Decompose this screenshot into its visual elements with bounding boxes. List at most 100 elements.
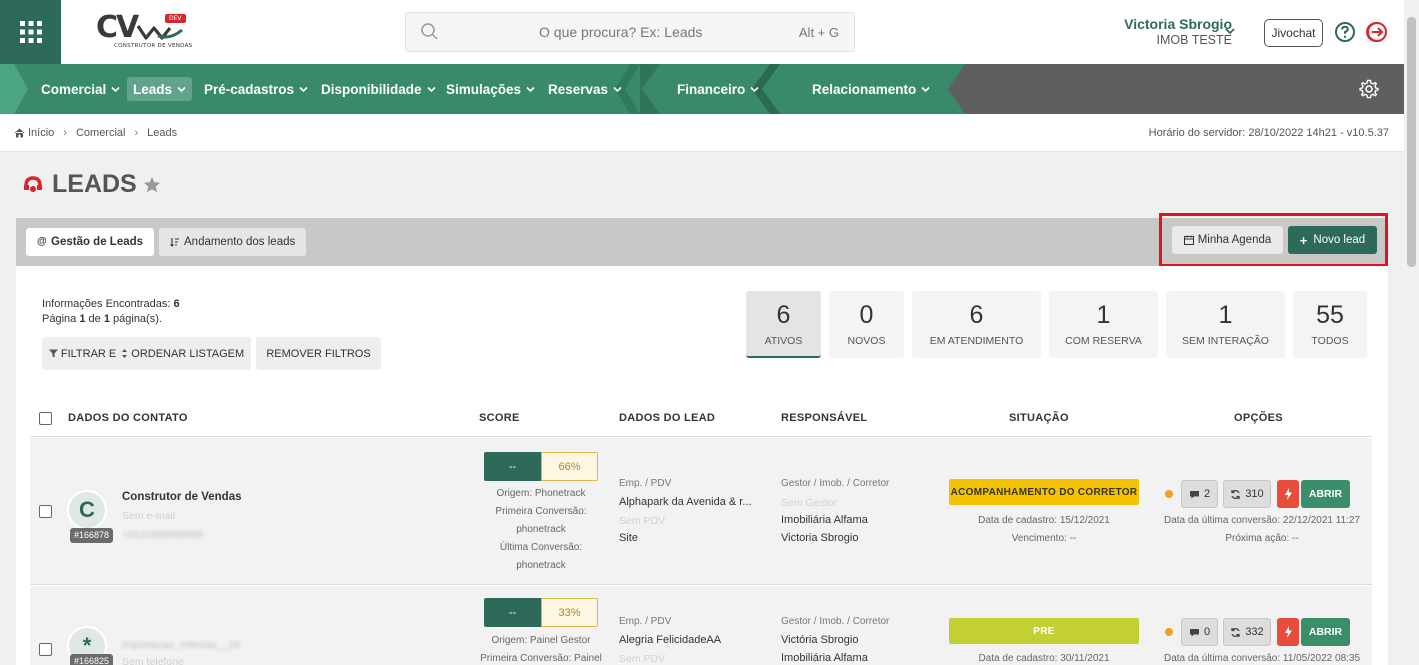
status-badge[interactable]: PRE (949, 618, 1139, 644)
row-checkbox[interactable] (39, 505, 52, 518)
col-responsavel[interactable]: RESPONSÁVEL (781, 412, 867, 424)
page-title-area: LEADS (22, 170, 161, 199)
gestor: Victória Sbrogio (781, 634, 859, 646)
pdv: Sem PDV (619, 653, 666, 665)
remove-filters-button[interactable]: REMOVER FILTROS (256, 337, 381, 370)
logo-text: CV (96, 10, 139, 45)
button-label: Minha Agenda (1197, 234, 1272, 246)
emp-pdv-label: Emp. / PDV (619, 478, 672, 489)
logout-icon[interactable] (1365, 20, 1389, 44)
pages-suffix: página(s). (113, 313, 162, 325)
breadcrumb-home[interactable]: Início (28, 127, 54, 139)
nav-financeiro[interactable]: Financeiro (671, 77, 765, 101)
nav-leads[interactable]: Leads (127, 77, 193, 101)
search-shortcut: Alt + G (798, 25, 839, 40)
button-label: FILTRAR E (60, 347, 117, 360)
score-left: -- (484, 598, 541, 627)
select-all-checkbox[interactable] (39, 412, 52, 425)
nav-disponibilidade[interactable]: Disponibilidade (315, 77, 442, 101)
novo-lead-button[interactable]: + Novo lead (1288, 226, 1377, 254)
next-action: Próxima ação: -- (1225, 533, 1299, 544)
stat-label: EM ATENDIMENTO (929, 335, 1024, 347)
open-lead-button[interactable]: ABRIR (1301, 480, 1350, 508)
comment-icon (1189, 490, 1199, 498)
nav-pre-cadastros[interactable]: Pré-cadastros (198, 77, 314, 101)
stat-ativos[interactable]: 6 ATIVOS (746, 291, 821, 358)
tab-gestao-de-leads[interactable]: @ Gestão de Leads (26, 228, 155, 256)
nav-label: Leads (133, 81, 173, 97)
nav-label: Comercial (41, 81, 107, 97)
comments-button[interactable]: 0 (1181, 618, 1218, 646)
comments-count: 2 (1203, 488, 1211, 500)
contact-name[interactable]: Construtor de Vendas (122, 491, 242, 503)
last-conversion: phonetrack (516, 560, 566, 571)
stat-com-reserva[interactable]: 1 COM RESERVA (1049, 291, 1158, 358)
col-situacao[interactable]: SITUAÇÃO (1009, 412, 1069, 424)
score-percent: 66% (541, 452, 598, 481)
lead-id-badge: #166825 (70, 654, 114, 665)
row-checkbox[interactable] (39, 643, 52, 656)
quick-action-button[interactable] (1277, 480, 1299, 508)
tab-label: Andamento dos leads (184, 236, 296, 248)
breadcrumb-comercial[interactable]: Comercial (76, 127, 126, 139)
favorite-star-icon[interactable] (143, 176, 161, 194)
nav-reservas[interactable]: Reservas (542, 77, 628, 101)
col-score[interactable]: SCORE (479, 412, 520, 424)
chevron-down-icon (299, 86, 308, 92)
score-bar: -- 33% (484, 598, 598, 627)
stat-value: 0 (859, 301, 874, 329)
plus-icon: + (1299, 232, 1308, 248)
contact-phone: Sem telefone (122, 656, 184, 665)
last-conversion-date: Data da última conversão: 22/12/2021 11:… (1163, 515, 1361, 526)
table-row (30, 438, 1372, 584)
apps-menu-button[interactable] (0, 0, 61, 64)
jivochat-button[interactable]: Jivochat (1264, 19, 1323, 47)
chevron-down-icon[interactable] (1224, 26, 1236, 36)
scrollbar-thumb[interactable] (1407, 17, 1416, 267)
nav-relacionamento[interactable]: Relacionamento (806, 77, 936, 101)
nav-label: Reservas (548, 81, 609, 97)
user-menu[interactable]: Victoria Sbrogio IMOB TESTE (1124, 16, 1232, 48)
cv-logo[interactable]: CV DEV CONSTRUTOR DE VENDAS (92, 10, 192, 54)
minha-agenda-button[interactable]: Minha Agenda (1172, 226, 1283, 254)
help-icon[interactable] (1334, 21, 1356, 43)
status-badge[interactable]: ACOMPANHAMENTO DO CORRETOR (949, 479, 1139, 505)
chevron-down-icon (750, 86, 759, 92)
chevron-down-icon (921, 86, 930, 92)
server-time: Horário do servidor: 28/10/2022 14h21 - … (1148, 127, 1389, 139)
origin: Origem: Phonetrack (496, 488, 586, 499)
col-dados-lead[interactable]: DADOS DO LEAD (619, 412, 715, 424)
quick-action-button[interactable] (1277, 618, 1299, 646)
tab-label: Gestão de Leads (51, 236, 144, 248)
filter-sort-button[interactable]: FILTRAR E ORDENAR LISTAGEM (42, 337, 251, 370)
nav-simulacoes[interactable]: Simulações (440, 77, 541, 101)
sort-icon (170, 238, 179, 247)
comments-button[interactable]: 2 (1181, 480, 1218, 508)
nav-label: Pré-cadastros (204, 81, 295, 97)
score-bar: -- 66% (484, 452, 598, 481)
score-details: Origem: Painel Gestor Primeira Conversão… (471, 632, 611, 665)
nav-comercial[interactable]: Comercial (35, 77, 126, 101)
stat-todos[interactable]: 55 TODOS (1293, 291, 1367, 358)
tab-andamento-dos-leads[interactable]: Andamento dos leads (159, 228, 307, 256)
score-details: Origem: Phonetrack Primeira Conversão: p… (471, 485, 611, 575)
grid-icon (19, 21, 42, 43)
breadcrumb-separator: › (134, 127, 139, 139)
global-search[interactable]: O que procura? Ex: Leads Alt + G (405, 12, 855, 52)
contact-name[interactable]: importacao_criterias__16 (122, 639, 240, 651)
col-dados-contato[interactable]: DADOS DO CONTATO (68, 412, 188, 424)
stat-novos[interactable]: 0 NOVOS (829, 291, 904, 358)
gear-icon[interactable] (1359, 79, 1379, 99)
interactions-button[interactable]: 310 (1223, 480, 1271, 508)
stat-em-atendimento[interactable]: 6 EM ATENDIMENTO (912, 291, 1041, 358)
found-label: Informações Encontradas: (42, 298, 171, 310)
page-scrollbar[interactable] (1404, 0, 1419, 665)
total-pages: 1 (103, 313, 110, 325)
stat-sem-interacao[interactable]: 1 SEM INTERAÇÃO (1166, 291, 1285, 358)
col-opcoes: OPÇÕES (1234, 412, 1283, 424)
avatar: C (67, 490, 107, 530)
bolt-icon (1284, 626, 1292, 638)
interactions-button[interactable]: 332 (1223, 618, 1271, 646)
open-lead-button[interactable]: ABRIR (1301, 618, 1350, 646)
results-info: Informações Encontradas: 6 Página 1 de 1… (42, 297, 180, 327)
